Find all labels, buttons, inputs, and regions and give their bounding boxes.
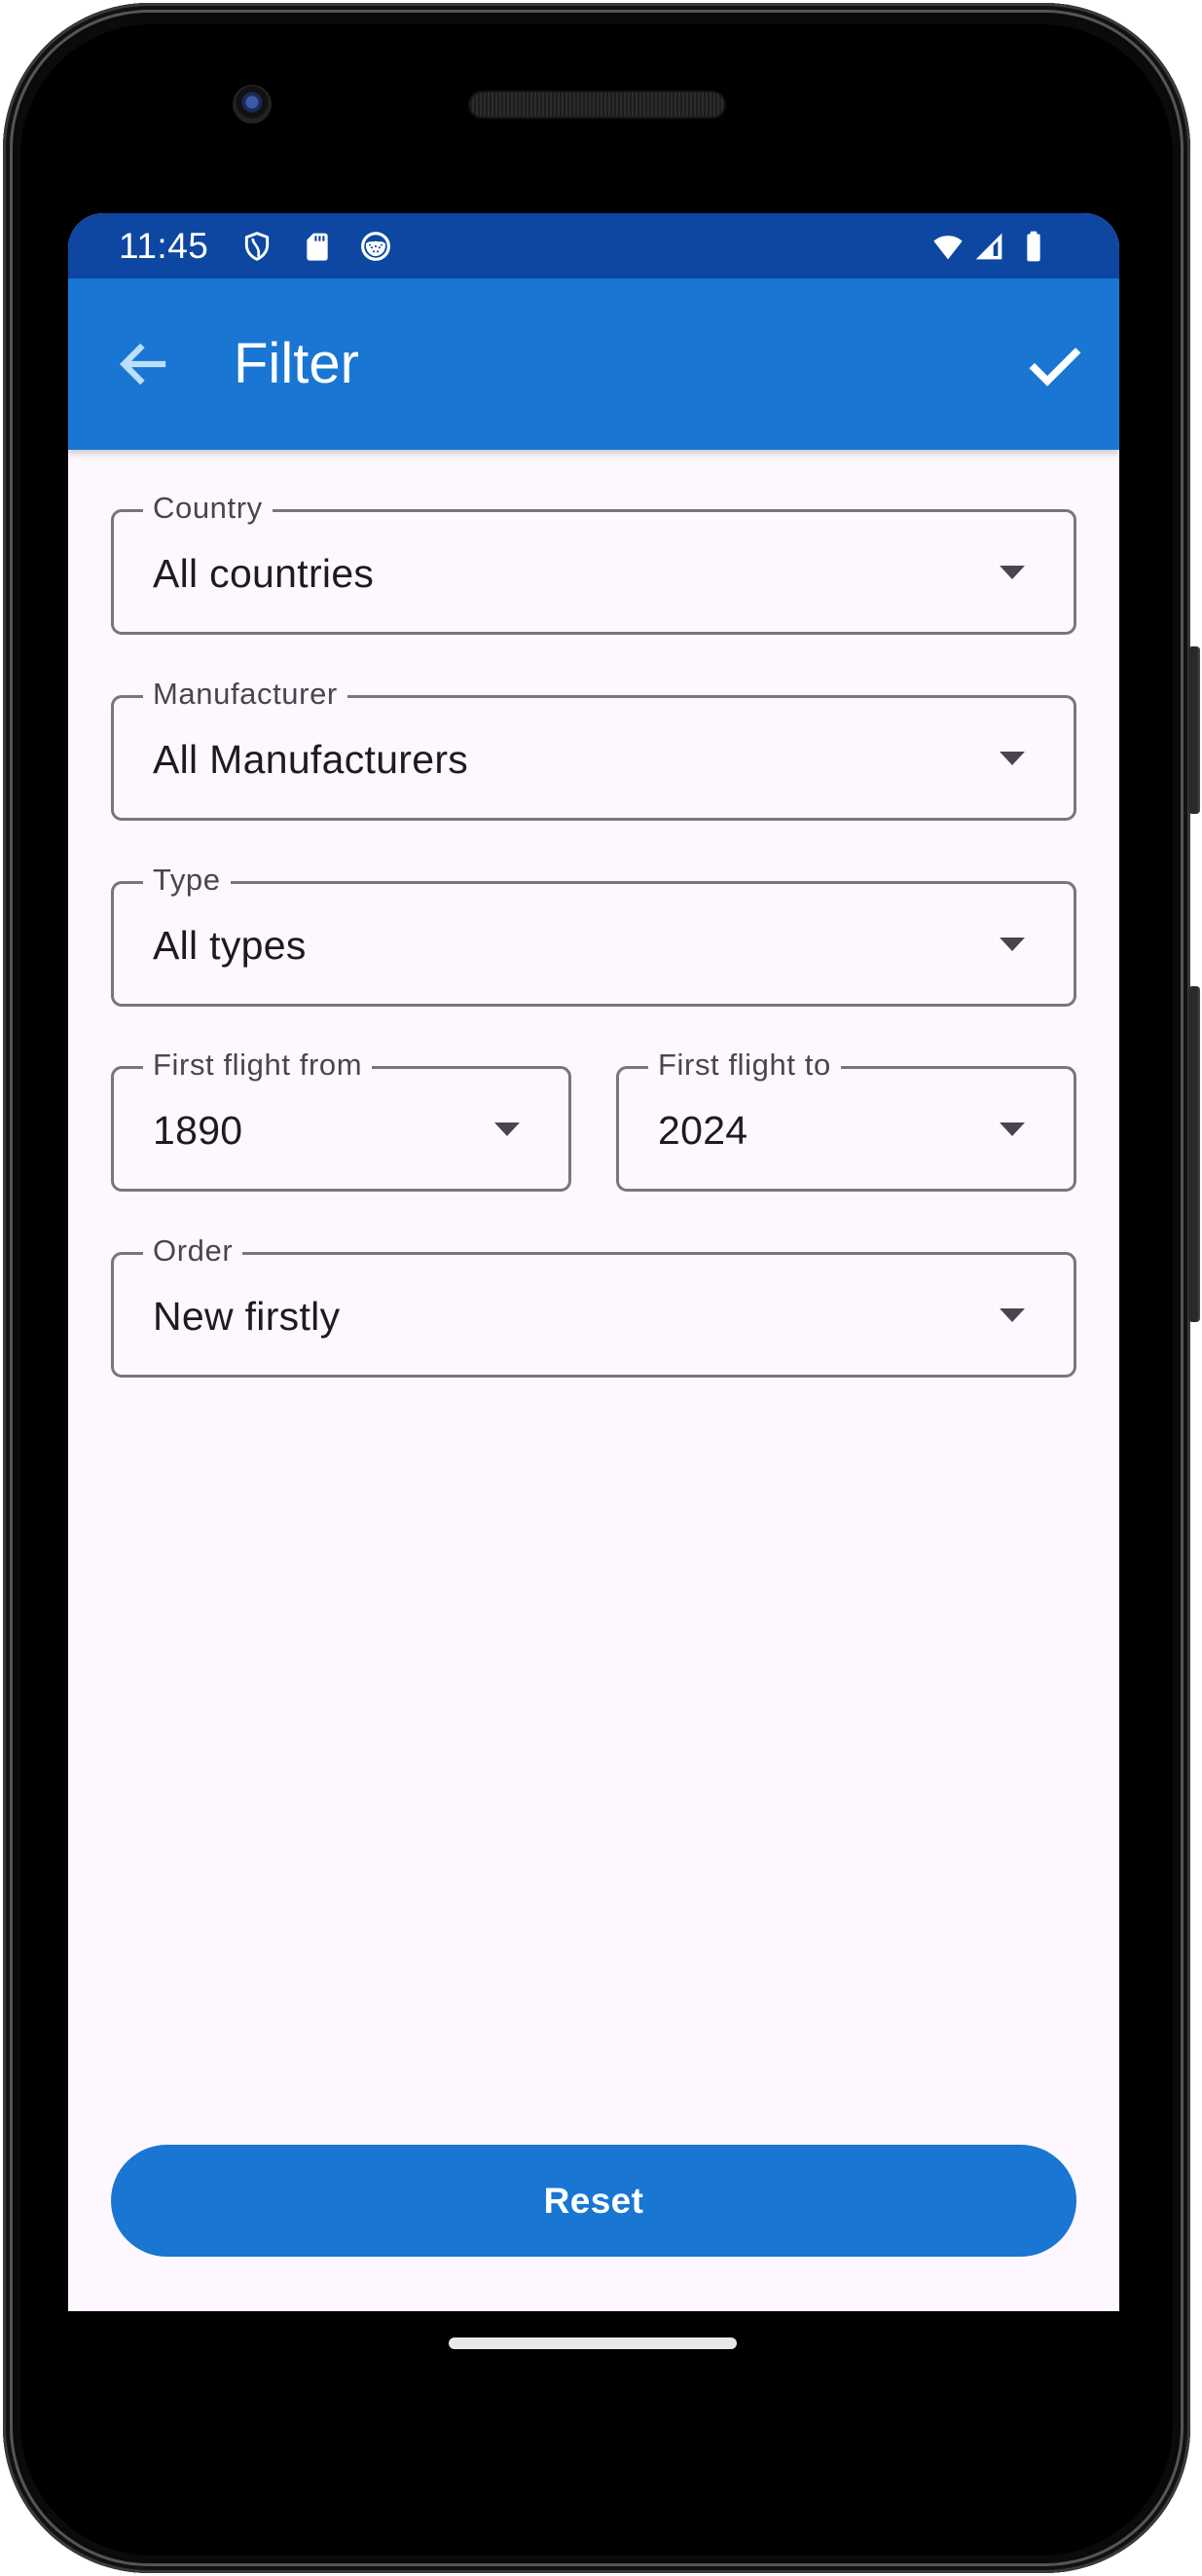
type-label: Type [143, 859, 231, 902]
app-bar: Filter [68, 278, 1119, 450]
dropdown-arrow-icon [1000, 938, 1025, 951]
status-bar: 11:45 [68, 213, 1119, 278]
front-camera [233, 85, 272, 124]
screen: 11:45 Filter Country All countries Manuf… [68, 213, 1119, 2311]
dropdown-arrow-icon [1000, 1122, 1025, 1136]
reset-button[interactable]: Reset [111, 2145, 1076, 2257]
first-flight-to-label: First flight to [648, 1044, 841, 1086]
country-dropdown[interactable]: Country All countries [111, 487, 1076, 635]
country-label: Country [143, 487, 273, 530]
battery-icon [1018, 231, 1049, 262]
country-value: All countries [153, 551, 375, 596]
power-button [1188, 986, 1200, 1322]
type-value: All types [153, 923, 307, 968]
home-indicator[interactable] [449, 2337, 737, 2349]
volume-button [1188, 646, 1200, 814]
type-dropdown[interactable]: Type All types [111, 859, 1076, 1007]
arrow-back-icon [119, 343, 166, 386]
back-button[interactable] [107, 327, 181, 401]
apply-filter-button[interactable] [1018, 327, 1092, 401]
wifi-icon [930, 231, 965, 262]
cell-signal-icon [973, 231, 1004, 262]
first-flight-from-dropdown[interactable]: First flight from 1890 [111, 1044, 571, 1192]
page-title: Filter [234, 332, 359, 395]
dropdown-arrow-icon [1000, 1308, 1025, 1322]
privacy-dots-icon [360, 231, 391, 262]
order-dropdown[interactable]: Order New firstly [111, 1230, 1076, 1378]
first-flight-from-value: 1890 [153, 1108, 243, 1153]
status-time: 11:45 [119, 226, 209, 266]
order-label: Order [143, 1230, 243, 1272]
sd-card-icon [302, 231, 333, 262]
first-flight-to-value: 2024 [658, 1108, 748, 1153]
dropdown-arrow-icon [1000, 566, 1025, 579]
first-flight-to-dropdown[interactable]: First flight to 2024 [616, 1044, 1076, 1192]
earpiece-speaker [470, 92, 724, 117]
check-icon [1029, 348, 1081, 386]
dropdown-arrow-icon [1000, 752, 1025, 765]
shield-icon [241, 231, 273, 262]
dropdown-arrow-icon [494, 1122, 520, 1136]
manufacturer-label: Manufacturer [143, 673, 347, 716]
manufacturer-value: All Manufacturers [153, 737, 469, 782]
order-value: New firstly [153, 1294, 341, 1339]
manufacturer-dropdown[interactable]: Manufacturer All Manufacturers [111, 673, 1076, 821]
first-flight-from-label: First flight from [143, 1044, 373, 1086]
